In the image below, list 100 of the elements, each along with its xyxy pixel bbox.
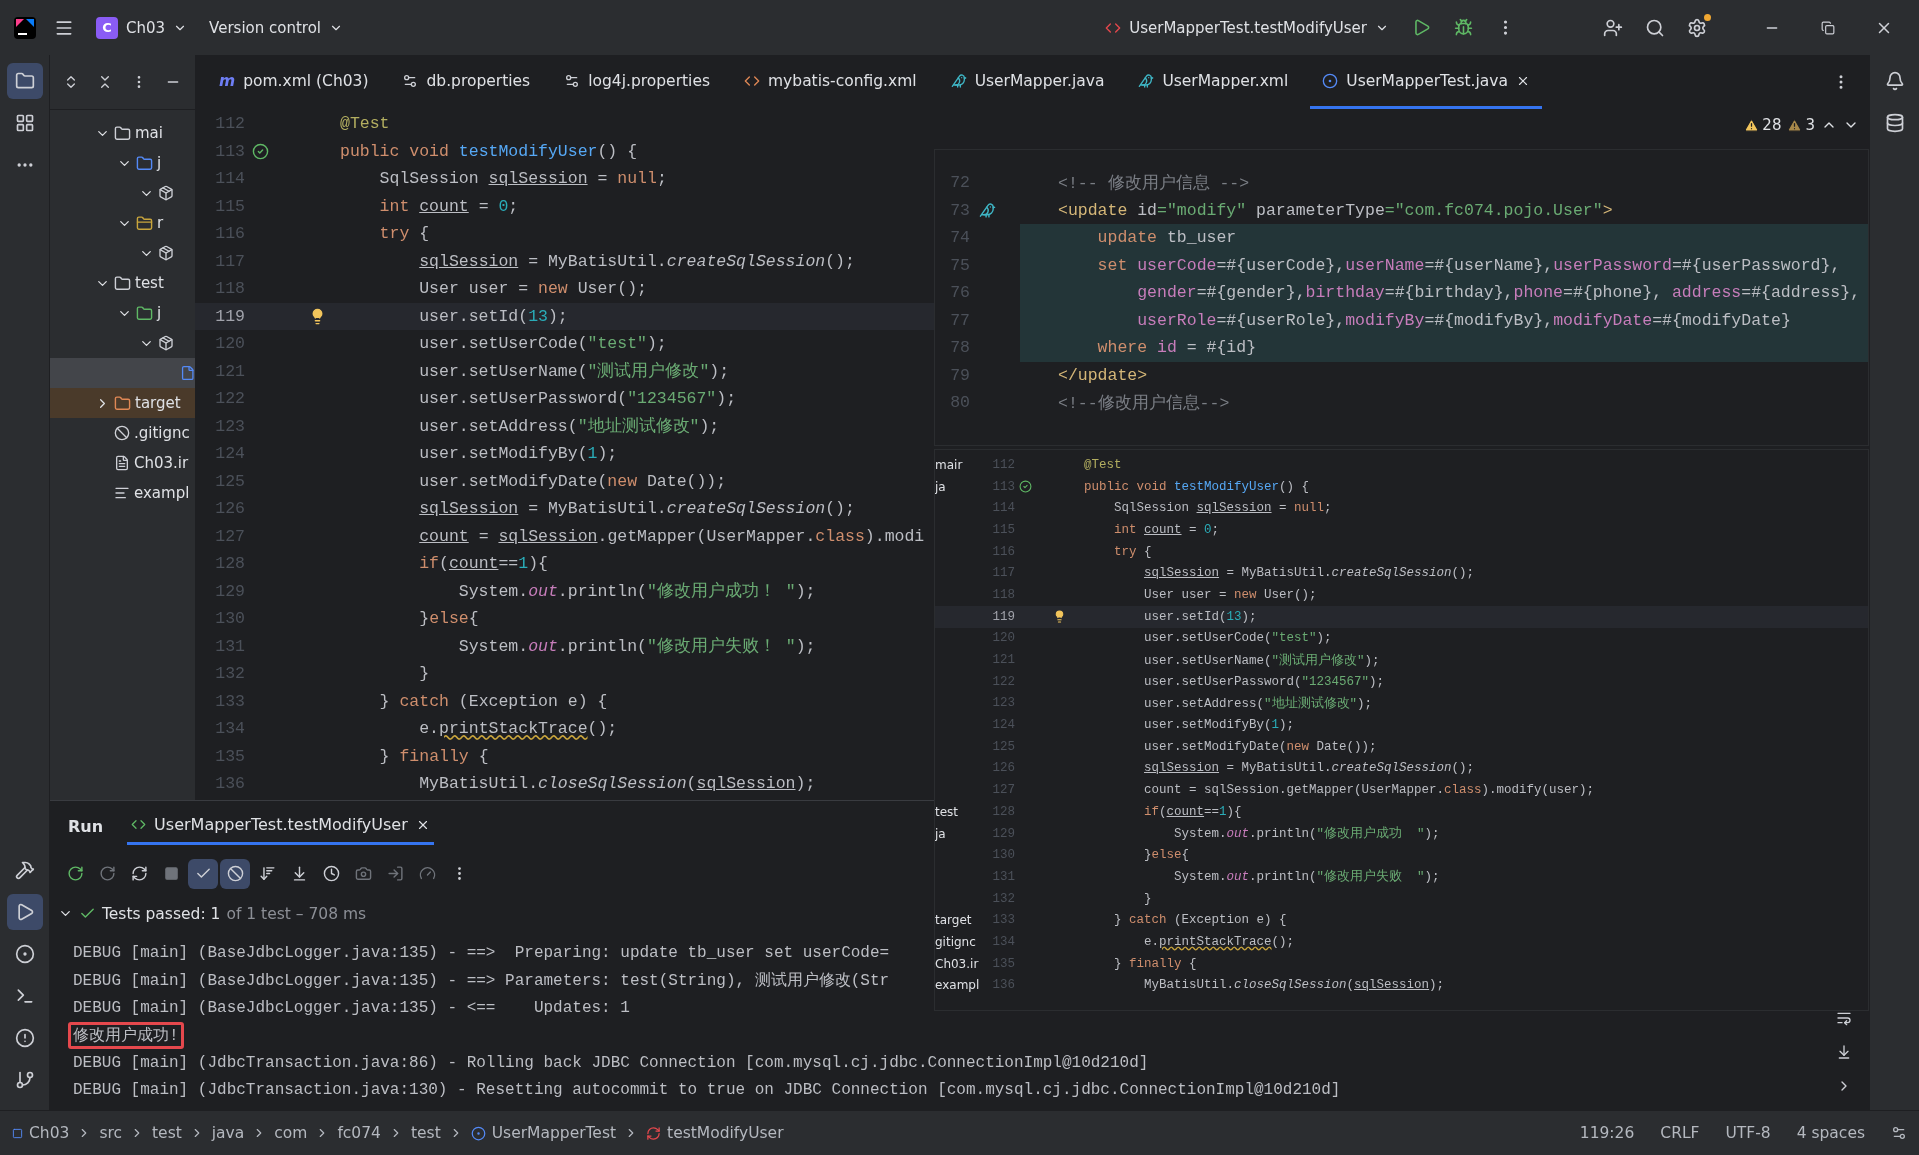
code-line: user.setUserName("测试用户修改"); (418, 361, 730, 383)
console-line: DEBUG [main] (BaseJdbcLogger.java:135) - <== Updates: 1 (72, 997, 631, 1019)
test-config-icon (131, 817, 147, 832)
ignored-icon[interactable] (220, 858, 250, 889)
breadcrumb[interactable]: testModifyUser (646, 1124, 784, 1142)
code-line: }else{ (1143, 848, 1190, 863)
folder-icon (114, 124, 131, 142)
warning-count[interactable]: 28 (1744, 116, 1782, 134)
module-icon (12, 1127, 23, 1139)
properties-icon (402, 72, 419, 89)
code-line: user.setUserCode("test"); (1143, 631, 1332, 646)
tree-item: ja (935, 479, 946, 494)
check-icon[interactable] (188, 858, 218, 889)
tree-item[interactable]: Ch03.ir (50, 448, 195, 478)
run-configuration[interactable]: UserMapperTest.testModifyUser (1097, 14, 1397, 41)
code-line: <!--修改用户信息--> (1057, 392, 1231, 415)
code-line: System.out.println("修改用户成功！ "); (457, 581, 816, 603)
module-file-icon (114, 455, 130, 471)
code-line: user.setId(13); (418, 306, 568, 326)
folder-icon (114, 394, 131, 412)
bird-icon[interactable] (979, 201, 996, 219)
editor-tab[interactable]: log4j.properties (552, 55, 722, 109)
run-icon[interactable] (6, 894, 43, 930)
run-tab[interactable]: UserMapperTest.testModifyUser (127, 807, 434, 845)
editor-tab[interactable]: m pom.xml (Ch03) (207, 55, 381, 109)
code-line: try { (1113, 544, 1152, 559)
status-item[interactable]: CRLF (1660, 1124, 1700, 1142)
code-line: user.setId(13); (1143, 609, 1257, 624)
tree-item[interactable]: test (50, 268, 195, 298)
code-line: user.setModifyBy(1); (418, 444, 618, 464)
warning-icon (1787, 117, 1803, 133)
class-icon (1322, 72, 1339, 89)
project-selector[interactable]: C Ch03 (88, 12, 196, 43)
version-control-menu[interactable]: Version control (201, 14, 351, 41)
tree-item[interactable]: target (50, 388, 195, 418)
code-line: sqlSession = MyBatisUtil.createSqlSession(); (1143, 761, 1475, 776)
breadcrumb[interactable]: test (410, 1124, 441, 1142)
code-line: int count = 0; (378, 196, 519, 216)
line-number: 119 (214, 306, 245, 326)
code-line: e.printStackTrace(); (418, 719, 618, 739)
status-item[interactable]: 119:26 (1579, 1124, 1635, 1142)
settings-icon[interactable] (1891, 1125, 1907, 1141)
code-line: System.out.println("修改用户失败 "); (1173, 868, 1440, 886)
tree-item[interactable]: r (50, 208, 195, 238)
breadcrumb[interactable]: src (99, 1124, 122, 1142)
tree-item[interactable]: mai (50, 118, 195, 148)
code-line: user.setUserPassword("1234567"); (1143, 674, 1385, 689)
tree-item: test (935, 804, 959, 819)
code-line: public void testModifyUser() { (340, 141, 638, 161)
breadcrumb[interactable]: java (211, 1124, 245, 1142)
code-line: user.setUserCode("test"); (418, 334, 667, 354)
code-line: MyBatisUtil.closeSqlSession(sqlSession); (1143, 978, 1445, 993)
tree-item: ja (935, 826, 946, 841)
tree-item: exampl (935, 978, 980, 993)
run-panel-title[interactable]: Run (68, 816, 104, 836)
editor-tab[interactable]: UserMapper.xml (1126, 55, 1301, 109)
code-line: System.out.println("修改用户失败！ "); (457, 636, 816, 658)
test-passed-icon[interactable] (1018, 480, 1032, 494)
folder-icon (136, 214, 153, 232)
tree-item[interactable]: .gitignc (50, 418, 195, 448)
breadcrumb[interactable]: test (152, 1124, 182, 1142)
code-line: SqlSession sqlSession = null; (378, 169, 667, 189)
editor-tab[interactable]: UserMapper.java (938, 55, 1117, 109)
code-line: MyBatisUtil.closeSqlSession(sqlSession); (418, 774, 816, 794)
folder-icon (136, 154, 153, 172)
tree-item[interactable]: exampl (50, 478, 195, 508)
editor-tab[interactable]: mybatis-config.xml (732, 55, 929, 109)
status-item[interactable]: 4 spaces (1796, 1124, 1865, 1142)
menu-label: Version control (209, 18, 321, 37)
breadcrumb[interactable]: fc074 (337, 1124, 381, 1142)
breadcrumb[interactable]: Ch03 (12, 1124, 70, 1142)
tree-item: target (935, 913, 972, 928)
code-line: e.printStackTrace(); (1143, 934, 1295, 949)
breadcrumb[interactable]: UserMapperTest (470, 1124, 617, 1142)
editor-tab[interactable]: db.properties (390, 55, 543, 109)
code-line: user.setAddress("地址测试修改"); (1143, 695, 1373, 712)
code-line: int count = 0; (1113, 522, 1220, 537)
tree-item: gitignc (935, 934, 976, 949)
weak-warning-count[interactable]: 3 (1787, 116, 1815, 134)
code-line: User user = new User(); (418, 279, 647, 299)
breadcrumb[interactable]: com (274, 1124, 308, 1142)
code-line: user.setModifyDate(new Date()); (418, 471, 727, 491)
test-passed-icon[interactable] (251, 142, 269, 160)
code-line: </update> (1057, 364, 1149, 387)
code-line: }else{ (418, 609, 479, 629)
status-item[interactable]: UTF-8 (1725, 1124, 1771, 1142)
folder-icon[interactable] (6, 63, 43, 99)
line-number: 119 (991, 609, 1015, 624)
lightbulb-icon[interactable] (1053, 610, 1066, 624)
code-line: System.out.println("修改用户成功 "); (1173, 825, 1440, 843)
code-line: } catch (Exception e) { (1113, 913, 1287, 928)
code-line: <update id="modify" parameterType="com.fc074.pojo.User"> (1057, 199, 1614, 222)
tree-item[interactable]: j (50, 148, 195, 178)
tree-item[interactable]: j (50, 298, 195, 328)
code-line: sqlSession = MyBatisUtil.createSqlSession(); (418, 251, 855, 271)
code-line: user.setUserPassword("1234567"); (418, 389, 737, 409)
code-line: if(count==1){ (418, 554, 548, 574)
code-line: } finally { (378, 746, 489, 766)
project-name: Ch03 (126, 18, 166, 37)
code-line: sqlSession = MyBatisUtil.createSqlSession(); (1143, 566, 1475, 581)
